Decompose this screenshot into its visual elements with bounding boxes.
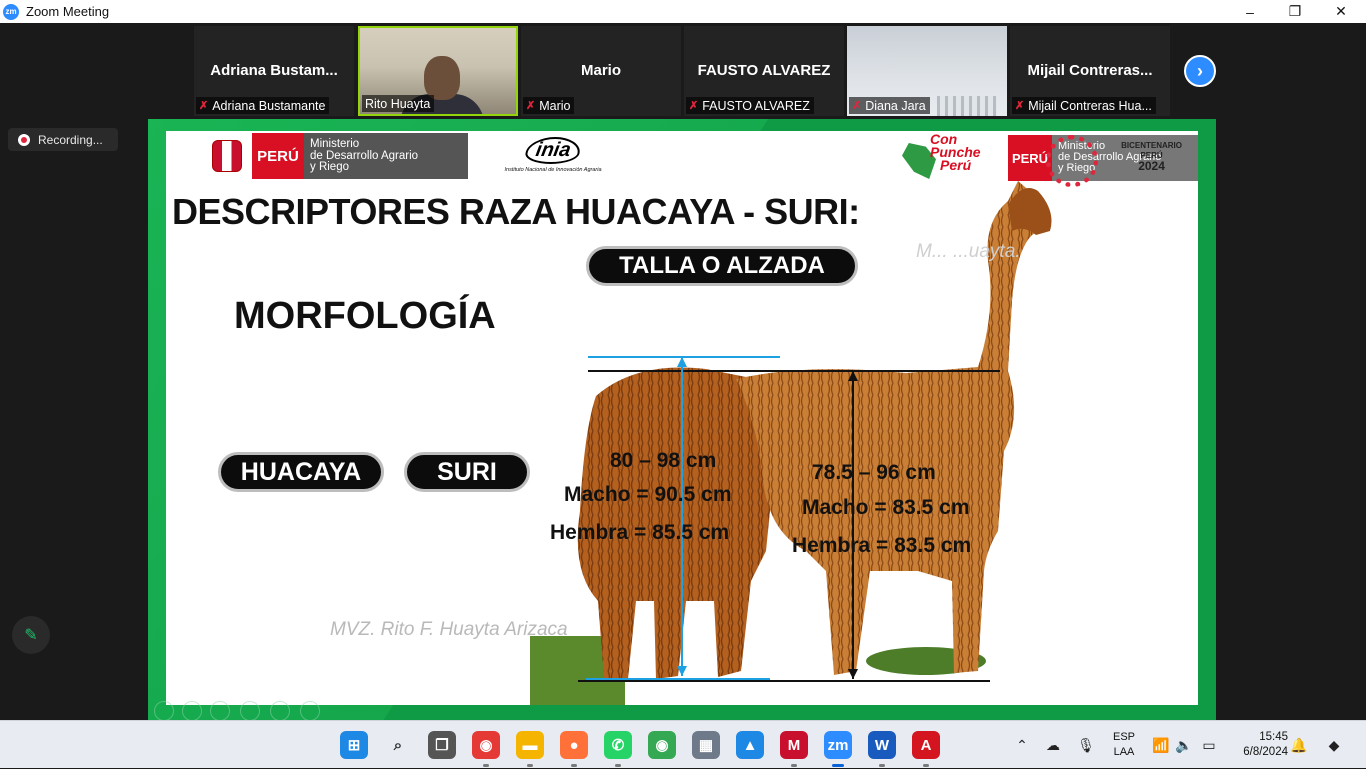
participant-video-face <box>424 56 460 100</box>
participant-label: ✗ Diana Jara <box>849 97 930 114</box>
slide-title: DESCRIPTORES RAZA HUACAYA - SURI: <box>172 191 860 232</box>
calculator-icon[interactable]: ▦ <box>692 731 720 759</box>
mic-muted-icon: ✗ <box>689 100 699 112</box>
chrome-icon[interactable]: ◉ <box>472 731 500 767</box>
chrome-icon[interactable]: ◉ <box>648 731 676 759</box>
participant-tile-video[interactable]: ✗ Diana Jara <box>847 26 1007 116</box>
participant-label: ✗ Mario <box>523 97 575 114</box>
participant-name: Diana Jara <box>865 98 926 113</box>
gallery-next-button[interactable]: › <box>1184 55 1216 87</box>
recording-label: Recording... <box>38 132 103 147</box>
suri-hembra: Hembra = 85.5 cm <box>550 521 730 544</box>
windows-taskbar: ⊞ ⌕ ❐ ◉ ▬ ● ✆ ◉ ▦ ▲ M zm W A ⌃ ☁ 🎙 ESP L… <box>0 720 1366 768</box>
arrowhead <box>677 357 687 367</box>
search-icon[interactable]: ⌕ <box>384 731 412 759</box>
arrowhead <box>848 669 858 679</box>
participant-name: Mijail Contreras Hua... <box>1028 98 1152 113</box>
participant-label: ✗ Adriana Bustamante <box>196 97 330 114</box>
zoom-icon[interactable]: zm <box>824 731 852 767</box>
annotate-button[interactable]: ✎ <box>12 616 50 654</box>
participant-big-name: FAUSTO ALVAREZ <box>697 62 831 79</box>
participant-tile-video[interactable]: Rito Huayta <box>358 26 518 116</box>
participant-name: Rito Huayta <box>365 96 431 111</box>
shared-screen: PERÚ Ministerio de Desarrollo Agrario y … <box>148 119 1216 721</box>
huacaya-hembra: Hembra = 83.5 cm <box>792 534 972 557</box>
chevron-right-icon: › <box>1197 60 1203 81</box>
notification-bell-icon[interactable]: 🔔 <box>1288 721 1310 769</box>
participant-label: ✗ Mijail Contreras Hua... <box>1012 97 1156 114</box>
acrobat-icon[interactable]: A <box>912 731 940 767</box>
suri-range: 80 – 98 cm <box>610 449 717 472</box>
huacaya-pill: HUACAYA <box>218 452 384 492</box>
mic-muted-icon: ✗ <box>1015 100 1025 112</box>
slide-prev-icon[interactable] <box>154 701 174 721</box>
participant-big-name: Adriana Bustam... <box>210 62 338 79</box>
zoom-meeting-area: Adriana Bustam... ✗ Adriana Bustamante Ri… <box>0 23 1366 721</box>
copilot-icon[interactable]: ◆ <box>1320 721 1348 769</box>
participant-name: Adriana Bustamante <box>212 98 326 113</box>
task-view-icon[interactable]: ❐ <box>428 731 456 759</box>
slide-more-icon[interactable] <box>300 701 320 721</box>
participant-tile[interactable]: Mijail Contreras... ✗ Mijail Contreras Hu… <box>1010 26 1170 116</box>
participant-name: FAUSTO ALVAREZ <box>702 98 810 113</box>
language-indicator[interactable]: ESP LAA <box>1108 730 1140 760</box>
chevron-up-icon[interactable]: ⌃ <box>1012 721 1032 769</box>
participant-tile[interactable]: FAUSTO ALVAREZ ✗ FAUSTO ALVAREZ <box>684 26 844 116</box>
window-titlebar: zm Zoom Meeting – ❐ ✕ <box>0 0 1366 23</box>
talla-pill: TALLA O ALZADA <box>586 246 858 286</box>
slide-next-icon[interactable] <box>182 701 202 721</box>
watermark: MVZ. Rito F. Huayta Arizaca <box>330 619 568 640</box>
mic-muted-icon: ✗ <box>852 100 862 112</box>
suri-pill: SURI <box>404 452 530 492</box>
word-icon[interactable]: W <box>868 731 896 767</box>
slide-canvas: PERÚ Ministerio de Desarrollo Agrario y … <box>166 131 1198 705</box>
maximize-button[interactable]: ❐ <box>1272 0 1318 23</box>
participant-big-name: Mijail Contreras... <box>1027 62 1153 79</box>
section-heading: MORFOLOGÍA <box>234 295 496 337</box>
record-icon <box>18 133 30 146</box>
recording-indicator[interactable]: Recording... <box>8 128 118 151</box>
watermark: M... ...uayta. <box>916 241 1021 262</box>
microphone-icon[interactable]: 🎙 <box>1076 721 1096 769</box>
zoom-app-icon: zm <box>3 3 19 20</box>
whatsapp-icon[interactable]: ✆ <box>604 731 632 767</box>
mic-muted-icon: ✗ <box>526 100 536 112</box>
slide-pen-icon[interactable] <box>210 701 230 721</box>
mic-muted-icon: ✗ <box>199 100 209 112</box>
participant-video-background <box>937 96 997 116</box>
participant-label: Rito Huayta <box>362 95 435 112</box>
window-title: Zoom Meeting <box>26 4 110 19</box>
photos-icon[interactable]: ▲ <box>736 731 764 759</box>
folder-icon[interactable]: ▬ <box>516 731 544 767</box>
wifi-icon[interactable]: 📶 <box>1150 721 1172 769</box>
close-button[interactable]: ✕ <box>1318 0 1364 23</box>
volume-icon[interactable]: 🔈 <box>1174 721 1194 769</box>
firefox-icon[interactable]: ● <box>560 731 588 767</box>
slide-zoom-icon[interactable] <box>270 701 290 721</box>
battery-icon[interactable]: ▭ <box>1198 721 1220 769</box>
participant-big-name: Mario <box>580 62 621 79</box>
cloud-offline-icon[interactable]: ☁ <box>1042 721 1064 769</box>
huacaya-macho: Macho = 83.5 cm <box>802 496 970 519</box>
windows-start-icon[interactable]: ⊞ <box>340 731 368 759</box>
suri-macho: Macho = 90.5 cm <box>564 483 732 506</box>
system-clock[interactable]: 15:45 6/8/2024 <box>1226 730 1288 760</box>
slide-grid-icon[interactable] <box>240 701 260 721</box>
participant-name: Mario <box>539 98 571 113</box>
mcafee-icon[interactable]: M <box>780 731 808 767</box>
huacaya-range: 78.5 – 96 cm <box>812 461 936 484</box>
participant-tile[interactable]: Adriana Bustam... ✗ Adriana Bustamante <box>194 26 354 116</box>
minimize-button[interactable]: – <box>1227 0 1273 23</box>
participant-label: ✗ FAUSTO ALVAREZ <box>686 97 814 114</box>
pencil-icon: ✎ <box>24 627 38 644</box>
participant-tile[interactable]: Mario ✗ Mario <box>521 26 681 116</box>
